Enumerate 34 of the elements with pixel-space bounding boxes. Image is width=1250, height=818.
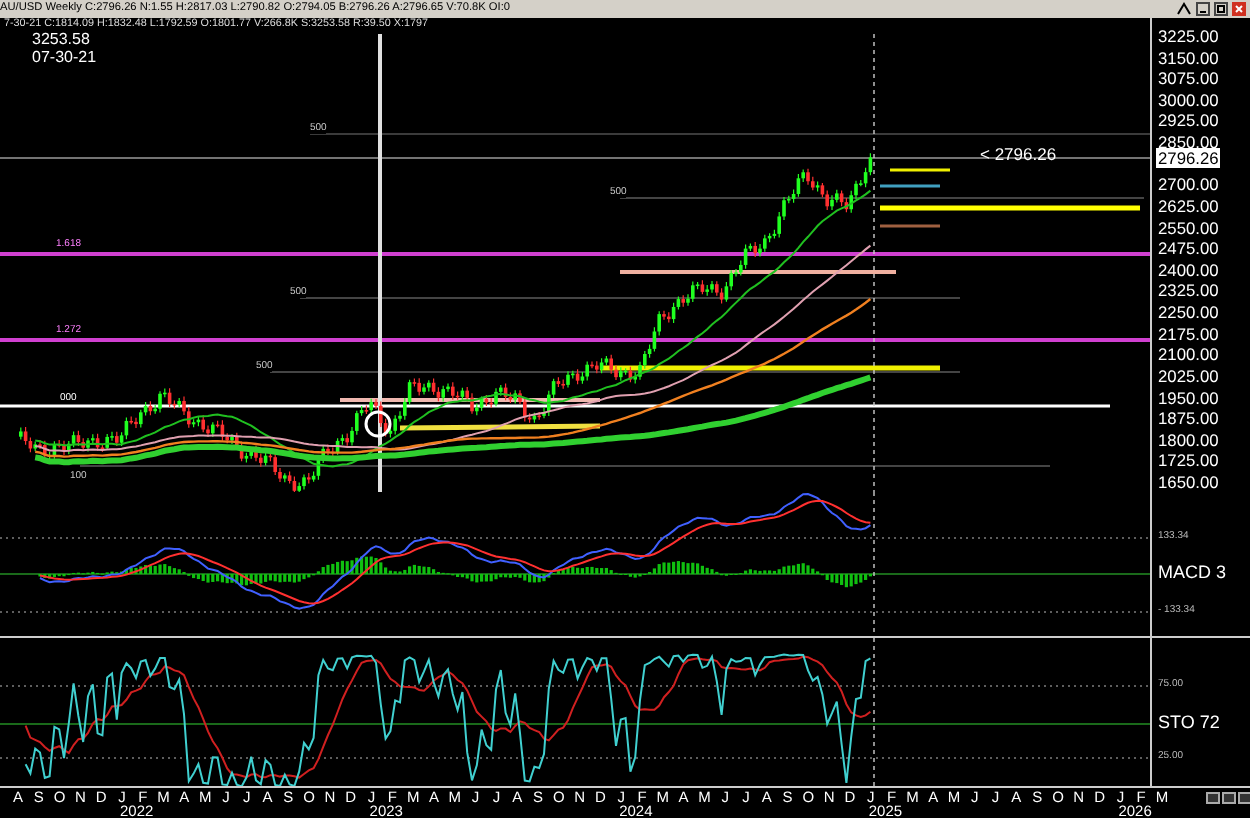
level-line [880, 224, 940, 228]
level-line [880, 184, 940, 188]
macd-value-label: MACD 3 [1158, 562, 1227, 584]
price-axis-label: 2475.00 [1158, 238, 1219, 259]
price-axis-label: 3075.00 [1158, 68, 1219, 89]
price-axis-label: 2025.00 [1158, 365, 1219, 386]
price-axis-label: 2625.00 [1158, 195, 1219, 216]
sto-value-label: STO 72 [1158, 712, 1220, 734]
minimize-icon[interactable] [1196, 2, 1210, 16]
price-axis-label: 2100.00 [1158, 344, 1219, 365]
price-axis-label: 2175.00 [1158, 323, 1219, 344]
price-axis-label: 2250.00 [1158, 302, 1219, 323]
price-axis-label: 2400.00 [1158, 259, 1219, 280]
price-axis-label: 1650.00 [1158, 472, 1219, 492]
price-axis-label: 1800.00 [1158, 429, 1219, 450]
price-axis-label: 1875.00 [1158, 408, 1219, 429]
price-axis-label: 2925.00 [1158, 110, 1219, 131]
price-axis-label: 2850.00 [1158, 132, 1219, 153]
price-callout-label: < 2796.26 [980, 144, 1057, 164]
price-axis-label: 2700.00 [1158, 174, 1219, 195]
price-axis-label: 3225.00 [1158, 26, 1219, 46]
price-axis-label: 2550.00 [1158, 217, 1219, 238]
price-axis-label: 1725.00 [1158, 450, 1219, 471]
close-icon[interactable] [1232, 2, 1246, 16]
price-axis-label: 2325.00 [1158, 280, 1219, 301]
cursor-date: 07-30-21 [32, 48, 97, 66]
marker-circle [364, 410, 392, 438]
cursor-value: 3253.58 [32, 30, 90, 48]
level-line [890, 168, 950, 172]
price-axis-label: 1950.00 [1158, 387, 1219, 408]
restore-icon[interactable] [1214, 2, 1228, 16]
price-axis-label: 3000.00 [1158, 89, 1219, 110]
price-axis-label: 3150.00 [1158, 47, 1219, 68]
current-price-label: 2796.26 [1156, 147, 1221, 168]
